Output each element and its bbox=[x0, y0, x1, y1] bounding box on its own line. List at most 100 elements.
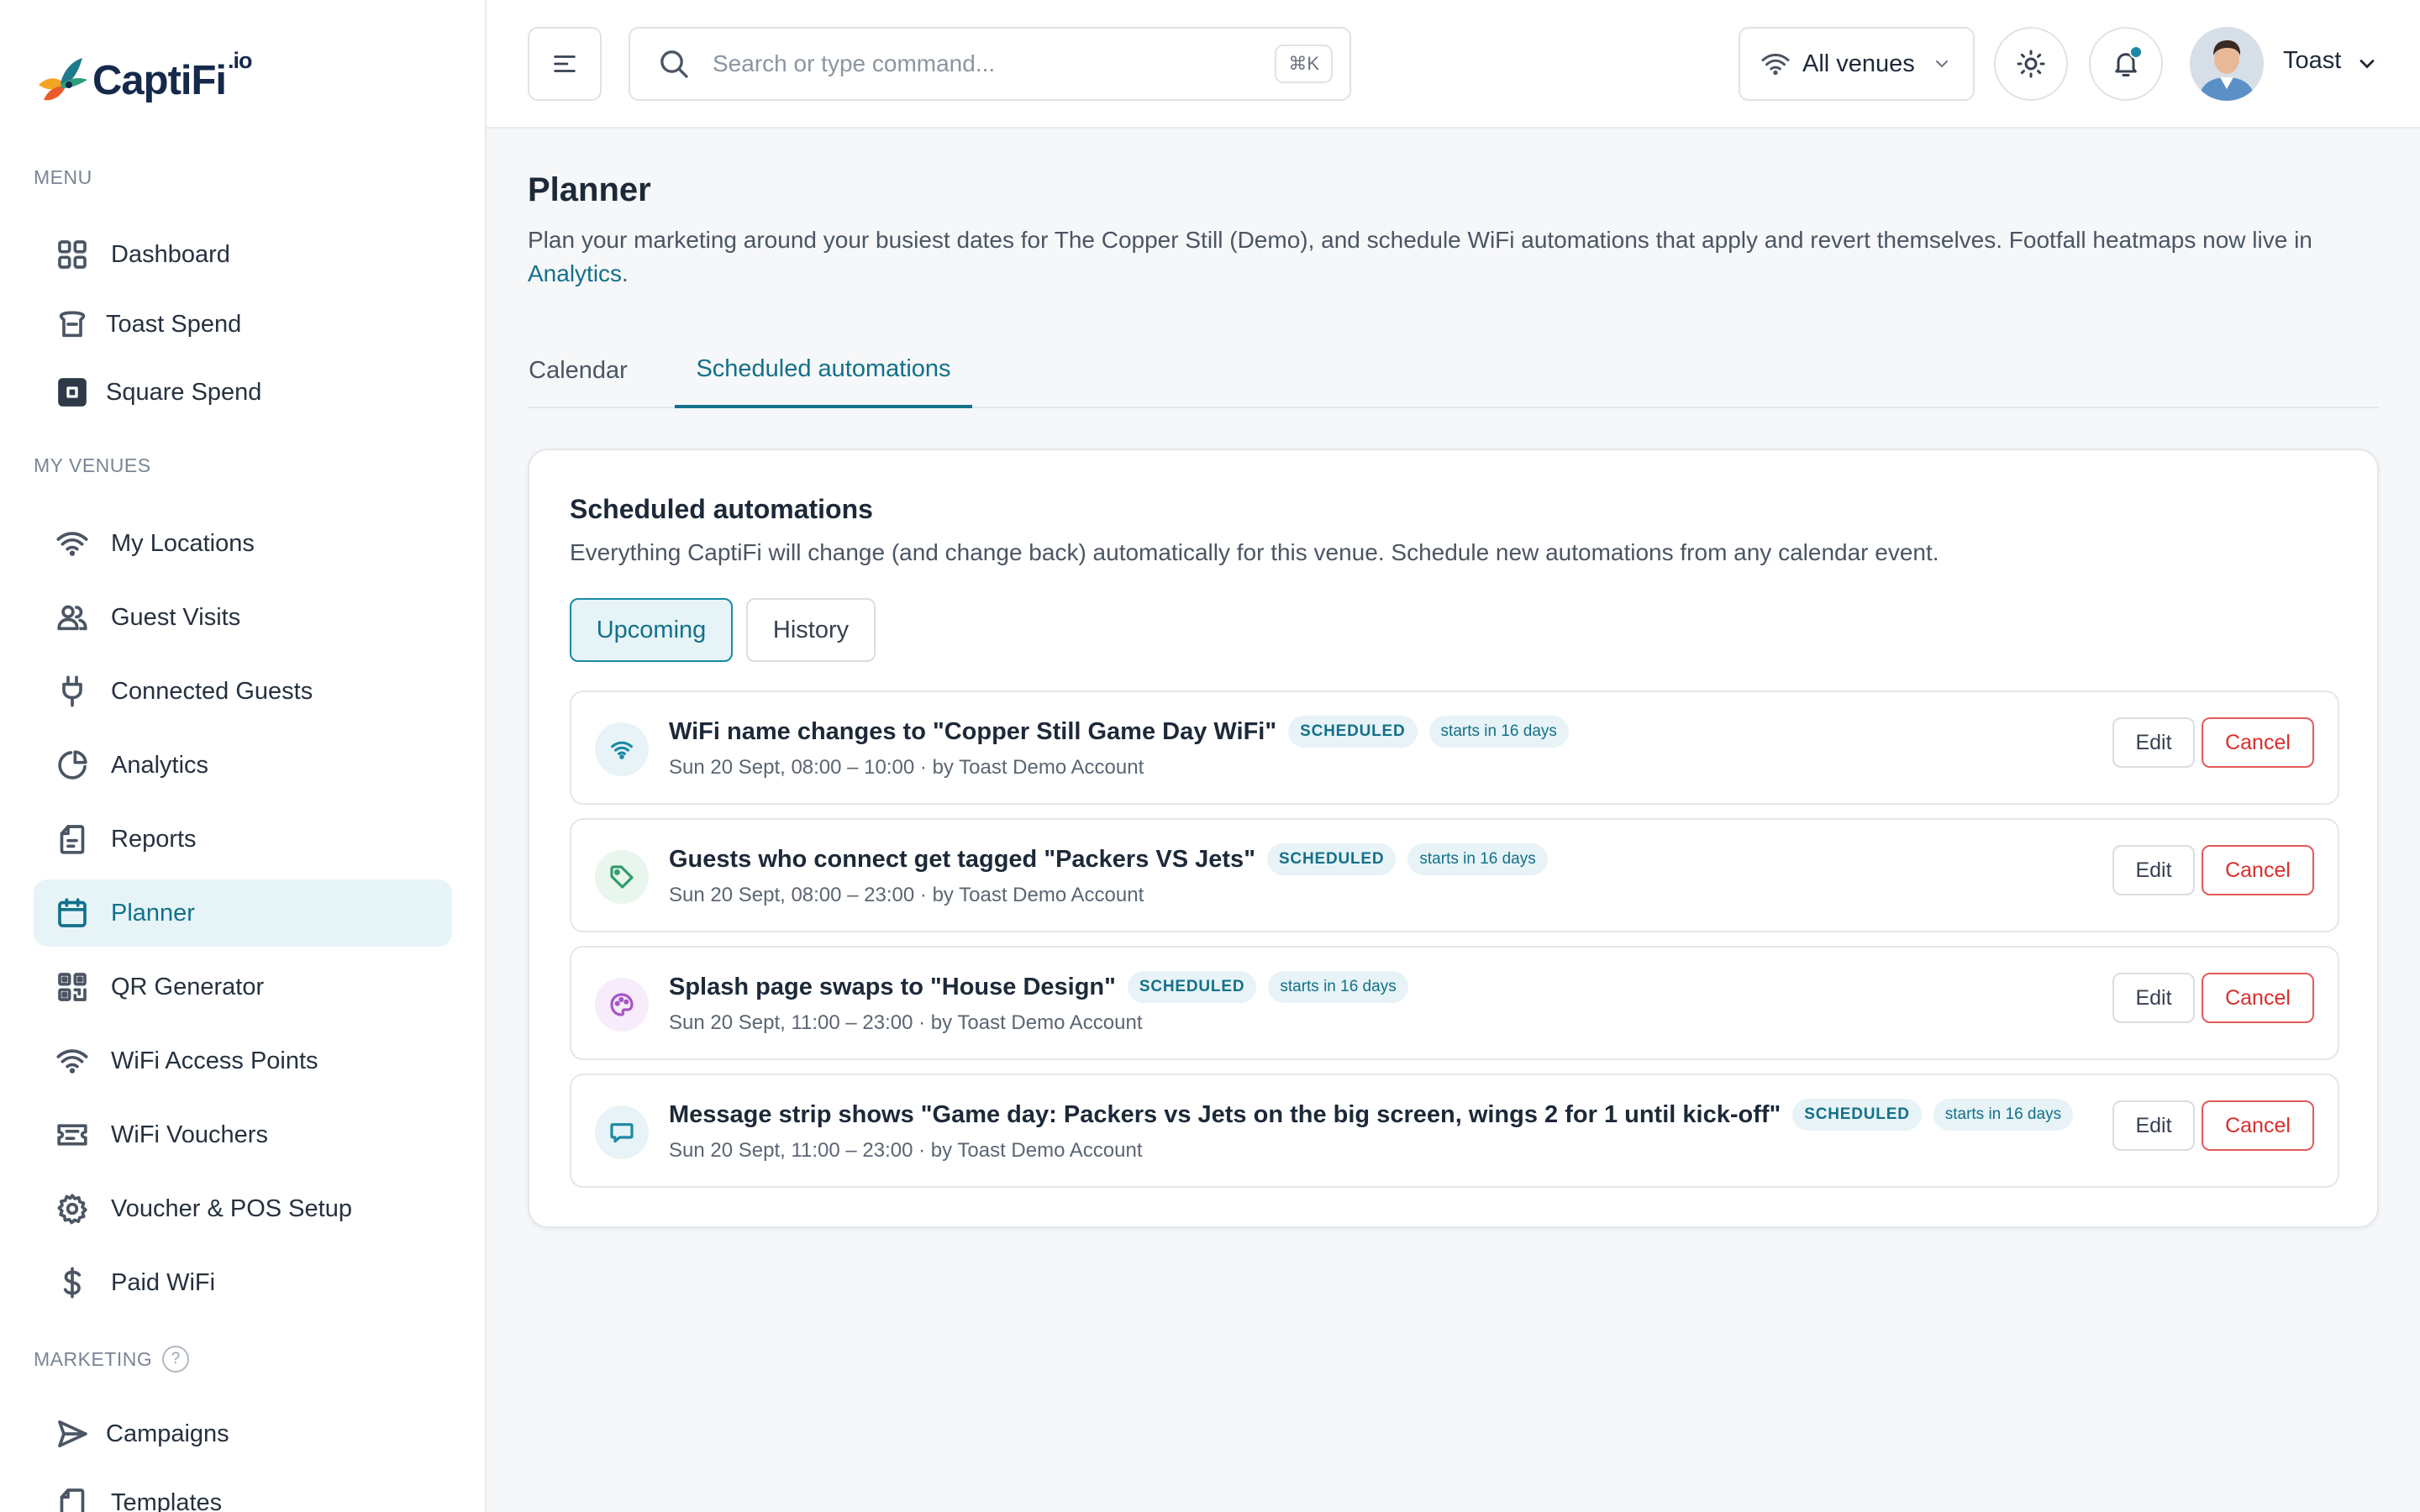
sidebar-item-connected-guests[interactable]: Connected Guests bbox=[34, 658, 452, 725]
calendar-icon bbox=[54, 895, 91, 932]
tag-icon bbox=[595, 850, 649, 904]
sidebar-item-wifi-access-points[interactable]: WiFi Access Points bbox=[34, 1027, 452, 1095]
sidebar-item-label: My Locations bbox=[111, 529, 255, 557]
sidebar-item-label: Planner bbox=[111, 899, 195, 927]
cancel-button[interactable]: Cancel bbox=[2202, 845, 2314, 895]
status-badge: SCHEDULED bbox=[1266, 843, 1397, 875]
theme-toggle-button[interactable] bbox=[1994, 27, 2068, 101]
sidebar-item-qr-generator[interactable]: QR Generator bbox=[34, 953, 452, 1021]
automation-schedule: Sun 20 Sept, 11:00 – 23:00 · by Toast De… bbox=[669, 1139, 1143, 1162]
captifi-bird-icon bbox=[39, 58, 87, 101]
automation-title: Message strip shows "Game day: Packers v… bbox=[669, 1100, 1781, 1128]
starts-badge: starts in 16 days bbox=[1268, 971, 1408, 1003]
venue-select[interactable]: All venues bbox=[1739, 27, 1975, 101]
starts-badge: starts in 16 days bbox=[1407, 843, 1548, 875]
edit-button[interactable]: Edit bbox=[2112, 973, 2195, 1023]
dollar-icon bbox=[54, 1264, 91, 1301]
sidebar-item-analytics[interactable]: Analytics bbox=[34, 732, 452, 799]
tab-calendar[interactable]: Calendar bbox=[529, 333, 628, 408]
square-icon bbox=[54, 374, 91, 411]
brand-name: CaptiFi.io bbox=[92, 47, 253, 103]
filter-history-button[interactable]: History bbox=[746, 598, 876, 662]
plug-icon bbox=[54, 673, 91, 710]
sidebar-item-label: Paid WiFi bbox=[111, 1268, 216, 1296]
automation-schedule: Sun 20 Sept, 11:00 – 23:00 · by Toast De… bbox=[669, 1011, 1143, 1034]
section-marketing-label: MARKETING ? bbox=[34, 1346, 190, 1373]
venue-select-value: All venues bbox=[1802, 50, 1915, 77]
section-venues-label: MY VENUES bbox=[34, 454, 151, 476]
search-icon bbox=[660, 50, 688, 78]
pie-chart-icon bbox=[54, 747, 91, 784]
planner-tabs: Calendar Scheduled automations bbox=[528, 333, 2379, 408]
automation-row: Message strip shows "Game day: Packers v… bbox=[570, 1074, 2339, 1188]
sidebar-item-label: Square Spend bbox=[106, 378, 262, 406]
sidebar-item-label: Templates bbox=[111, 1488, 223, 1512]
notification-dot bbox=[2129, 45, 2143, 59]
send-icon bbox=[54, 1415, 91, 1452]
users-icon bbox=[54, 599, 91, 636]
toast-icon bbox=[54, 306, 91, 343]
automation-row: Splash page swaps to "House Design" SCHE… bbox=[570, 946, 2339, 1060]
avatar[interactable] bbox=[2190, 27, 2264, 101]
scheduled-automations-card: Scheduled automations Everything CaptiFi… bbox=[528, 449, 2379, 1228]
starts-badge: starts in 16 days bbox=[1933, 1099, 2074, 1131]
template-icon bbox=[54, 1484, 91, 1512]
wifi-icon bbox=[595, 722, 649, 776]
automation-schedule: Sun 20 Sept, 08:00 – 10:00 · by Toast De… bbox=[669, 756, 1144, 779]
chevron-down-icon bbox=[1935, 60, 1948, 68]
sidebar-item-dashboard[interactable]: Dashboard bbox=[34, 221, 452, 288]
sidebar-item-reports[interactable]: Reports bbox=[34, 806, 452, 873]
sidebar-item-label: Voucher & POS Setup bbox=[111, 1194, 352, 1222]
user-avatar-icon bbox=[2190, 27, 2264, 101]
sidebar-item-voucher-pos-setup[interactable]: Voucher & POS Setup bbox=[34, 1175, 452, 1242]
sidebar: CaptiFi.io MENU Dashboard Toast Spend Sq… bbox=[0, 0, 487, 1512]
automation-title: WiFi name changes to "Copper Still Game … bbox=[669, 717, 1277, 745]
sidebar-item-guest-visits[interactable]: Guest Visits bbox=[34, 584, 452, 651]
search-input[interactable]: Search or type command... ⌘K bbox=[629, 27, 1351, 101]
notifications-button[interactable] bbox=[2089, 27, 2163, 101]
help-icon[interactable]: ? bbox=[162, 1346, 190, 1373]
cancel-button[interactable]: Cancel bbox=[2202, 973, 2314, 1023]
qr-icon bbox=[54, 969, 91, 1005]
sidebar-item-paid-wifi[interactable]: Paid WiFi bbox=[34, 1249, 452, 1316]
sidebar-item-toast-spend[interactable]: Toast Spend bbox=[34, 291, 452, 358]
menu-toggle-button[interactable] bbox=[528, 27, 602, 101]
search-placeholder: Search or type command... bbox=[713, 50, 996, 76]
sidebar-item-label: Reports bbox=[111, 825, 197, 853]
page-title: Planner bbox=[528, 171, 651, 208]
section-menu-label: MENU bbox=[34, 166, 92, 188]
status-badge: SCHEDULED bbox=[1288, 716, 1418, 748]
palette-icon bbox=[595, 978, 649, 1032]
tab-scheduled-automations[interactable]: Scheduled automations bbox=[675, 333, 972, 408]
edit-button[interactable]: Edit bbox=[2112, 717, 2195, 768]
filter-upcoming-button[interactable]: Upcoming bbox=[570, 598, 733, 662]
sidebar-item-planner[interactable]: Planner bbox=[34, 879, 452, 947]
status-badge: SCHEDULED bbox=[1792, 1099, 1922, 1131]
sidebar-item-templates[interactable]: Templates bbox=[34, 1469, 452, 1512]
chevron-down-icon[interactable] bbox=[2355, 52, 2379, 76]
automation-row: Guests who connect get tagged "Packers V… bbox=[570, 818, 2339, 932]
automation-schedule: Sun 20 Sept, 08:00 – 23:00 · by Toast De… bbox=[669, 884, 1144, 906]
automation-title: Guests who connect get tagged "Packers V… bbox=[669, 845, 1255, 873]
sidebar-item-label: Analytics bbox=[111, 751, 209, 779]
cancel-button[interactable]: Cancel bbox=[2202, 1100, 2314, 1151]
top-bar: Search or type command... ⌘K All venues … bbox=[487, 0, 2420, 129]
card-title: Scheduled automations bbox=[570, 494, 873, 524]
analytics-link[interactable]: Analytics bbox=[528, 260, 622, 286]
starts-badge: starts in 16 days bbox=[1428, 716, 1569, 748]
voucher-icon bbox=[54, 1116, 91, 1153]
captifi-logo[interactable]: CaptiFi.io bbox=[35, 47, 253, 113]
card-description: Everything CaptiFi will change (and chan… bbox=[570, 539, 1939, 565]
sidebar-item-label: Connected Guests bbox=[111, 677, 313, 705]
shortcut-badge: ⌘K bbox=[1275, 45, 1333, 83]
user-name[interactable]: Toast bbox=[2283, 47, 2341, 75]
grid-icon bbox=[54, 236, 91, 273]
sidebar-item-campaigns[interactable]: Campaigns bbox=[34, 1400, 452, 1467]
sidebar-item-my-locations[interactable]: My Locations bbox=[34, 510, 452, 577]
sidebar-item-square-spend[interactable]: Square Spend bbox=[34, 359, 452, 426]
status-badge: SCHEDULED bbox=[1127, 971, 1257, 1003]
sidebar-item-wifi-vouchers[interactable]: WiFi Vouchers bbox=[34, 1101, 452, 1168]
edit-button[interactable]: Edit bbox=[2112, 1100, 2195, 1151]
cancel-button[interactable]: Cancel bbox=[2202, 717, 2314, 768]
edit-button[interactable]: Edit bbox=[2112, 845, 2195, 895]
